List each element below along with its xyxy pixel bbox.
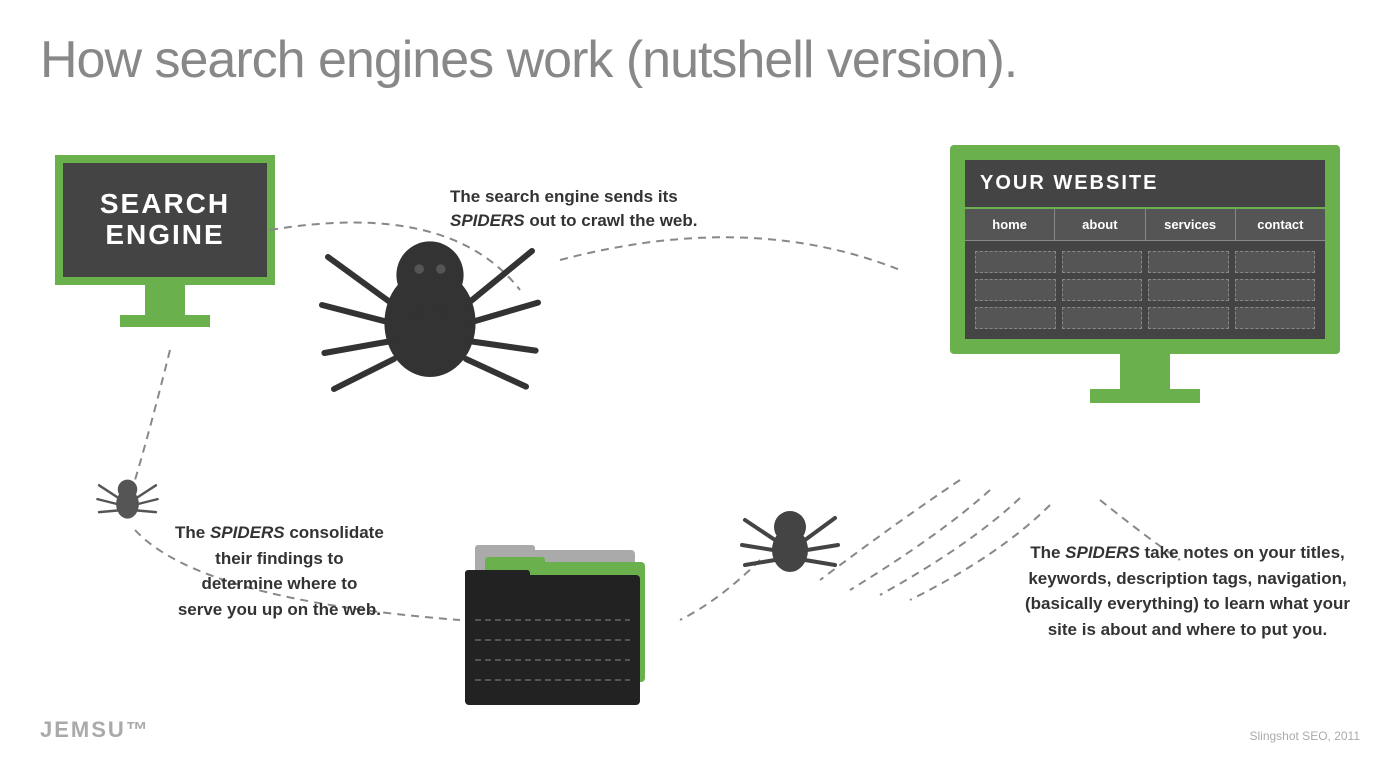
content-block bbox=[1148, 279, 1229, 301]
content-block bbox=[1148, 251, 1229, 273]
monitor-stand bbox=[145, 285, 185, 315]
website-title-bar: YOUR WEBSITE bbox=[965, 160, 1325, 209]
content-block bbox=[1235, 251, 1316, 273]
website-monitor-base bbox=[1090, 389, 1200, 403]
content-block bbox=[975, 307, 1056, 329]
nav-home: home bbox=[965, 209, 1055, 240]
website-monitor-screen: YOUR WEBSITE home about services contact bbox=[965, 160, 1325, 339]
page-title: How search engines work (nutshell versio… bbox=[40, 30, 1017, 90]
content-block bbox=[1062, 307, 1143, 329]
monitor-screen: SEARCH ENGINE bbox=[55, 155, 275, 285]
folder-stack bbox=[455, 540, 675, 720]
content-block bbox=[1062, 251, 1143, 273]
content-block bbox=[1148, 307, 1229, 329]
nav-services: services bbox=[1146, 209, 1236, 240]
content-block bbox=[1235, 279, 1316, 301]
content-block bbox=[1062, 279, 1143, 301]
content-block bbox=[1235, 307, 1316, 329]
website-monitor-stand bbox=[1120, 354, 1170, 389]
spider-small-left bbox=[95, 465, 160, 530]
content-block bbox=[975, 251, 1056, 273]
callout-bottom-right: The SPIDERS take notes on your titles, k… bbox=[1025, 540, 1350, 642]
content-block bbox=[975, 279, 1056, 301]
website-monitor: YOUR WEBSITE home about services contact bbox=[950, 145, 1340, 403]
brand-logo: JEMSU™ bbox=[40, 717, 150, 743]
spider-small-right bbox=[740, 490, 840, 590]
nav-contact: contact bbox=[1236, 209, 1325, 240]
monitor-label: SEARCH ENGINE bbox=[100, 189, 230, 251]
website-monitor-outer: YOUR WEBSITE home about services contact bbox=[950, 145, 1340, 354]
website-nav: home about services contact bbox=[965, 209, 1325, 241]
callout-top: The search engine sends its SPIDERS out … bbox=[450, 185, 750, 233]
website-content bbox=[965, 241, 1325, 339]
search-engine-monitor: SEARCH ENGINE bbox=[55, 155, 275, 327]
monitor-base bbox=[120, 315, 210, 327]
credit-text: Slingshot SEO, 2011 bbox=[1249, 729, 1360, 743]
callout-bottom-left: The SPIDERS consolidatetheir findings to… bbox=[175, 520, 384, 622]
nav-about: about bbox=[1055, 209, 1145, 240]
